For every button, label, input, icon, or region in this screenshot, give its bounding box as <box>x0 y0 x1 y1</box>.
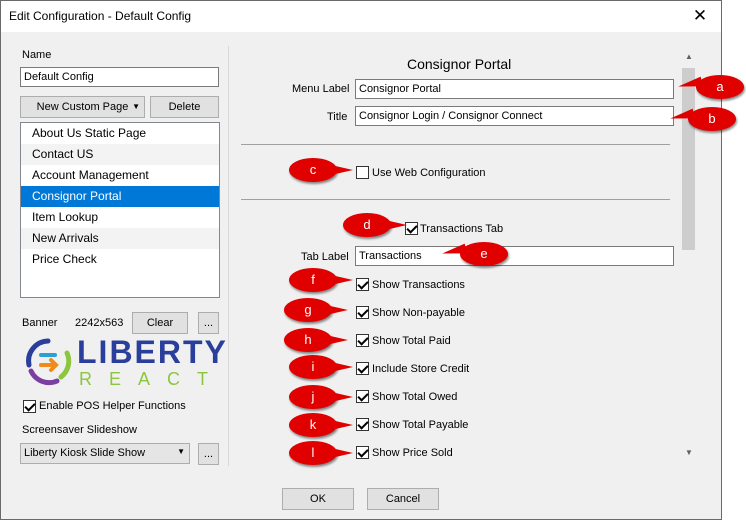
section-heading: Consignor Portal <box>407 56 512 72</box>
callout-e: e <box>460 242 508 266</box>
title-bar: Edit Configuration - Default Config ✕ <box>1 1 721 32</box>
show-total-paid-label: Show Total Paid <box>372 335 451 347</box>
separator <box>241 199 670 200</box>
new-custom-page-label: New Custom Page <box>36 101 129 113</box>
show-transactions-checkbox[interactable] <box>356 278 369 291</box>
enable-pos-label: Enable POS Helper Functions <box>39 400 186 412</box>
include-store-credit-checkbox[interactable] <box>356 362 369 375</box>
name-label: Name <box>22 49 52 61</box>
clear-button[interactable]: Clear <box>132 312 188 334</box>
menu-label-label: Menu Label <box>292 83 350 95</box>
cancel-button[interactable]: Cancel <box>367 488 439 510</box>
include-store-credit-label: Include Store Credit <box>372 363 470 375</box>
callout-k: k <box>289 413 353 437</box>
callout-h: h <box>284 328 348 352</box>
show-total-payable-label: Show Total Payable <box>372 419 469 431</box>
banner-size: 2242x563 <box>75 317 124 329</box>
liberty-react-logo-icon <box>26 338 72 386</box>
show-non-payable-label: Show Non-payable <box>372 307 465 319</box>
callout-b: b <box>688 107 736 131</box>
use-web-config-label: Use Web Configuration <box>372 167 486 179</box>
show-non-payable-checkbox[interactable] <box>356 306 369 319</box>
callout-c: c <box>289 158 353 182</box>
new-custom-page-button[interactable]: New Custom Page ▼ <box>20 96 145 118</box>
panel-divider <box>228 46 229 466</box>
screensaver-browse-button[interactable]: ... <box>198 443 219 465</box>
list-item[interactable]: Price Check <box>21 249 219 270</box>
show-total-owed-label: Show Total Owed <box>372 391 458 403</box>
title-input[interactable]: Consignor Login / Consignor Connect <box>355 106 674 126</box>
show-price-sold-label: Show Price Sold <box>372 447 453 459</box>
list-item[interactable]: Account Management <box>21 165 219 186</box>
dropdown-arrow-icon[interactable]: ▼ <box>132 97 140 117</box>
list-item[interactable]: Item Lookup <box>21 207 219 228</box>
logo-wordmark-liberty: LIBERTY <box>77 334 228 370</box>
use-web-config-checkbox[interactable] <box>356 166 369 179</box>
list-item[interactable]: New Arrivals <box>21 228 219 249</box>
footer-separator <box>1 471 721 472</box>
window-title: Edit Configuration - Default Config <box>9 9 192 23</box>
show-transactions-label: Show Transactions <box>372 279 465 291</box>
chevron-down-icon: ▼ <box>177 447 185 456</box>
screensaver-label: Screensaver Slideshow <box>22 424 137 436</box>
separator <box>241 144 670 145</box>
scroll-thumb[interactable] <box>682 68 695 250</box>
banner-label: Banner <box>22 317 58 329</box>
show-total-paid-checkbox[interactable] <box>356 334 369 347</box>
list-item[interactable]: Contact US <box>21 144 219 165</box>
callout-f: f <box>289 268 353 292</box>
ok-button[interactable]: OK <box>282 488 354 510</box>
pages-list[interactable]: About Us Static Page Contact US Account … <box>20 122 220 298</box>
scroll-down-icon[interactable]: ▼ <box>681 446 697 460</box>
title-label: Title <box>327 111 348 123</box>
callout-g: g <box>284 298 348 322</box>
close-icon[interactable]: ✕ <box>691 7 709 25</box>
show-price-sold-checkbox[interactable] <box>356 446 369 459</box>
dialog-window: Edit Configuration - Default Config ✕ Na… <box>0 0 722 520</box>
enable-pos-checkbox[interactable] <box>23 400 36 413</box>
callout-d: d <box>343 213 407 237</box>
transactions-tab-label: Transactions Tab <box>420 223 504 235</box>
tab-label-label: Tab Label <box>301 251 349 263</box>
callout-l: l <box>289 441 353 465</box>
scroll-up-icon[interactable]: ▲ <box>681 50 697 64</box>
menu-label-input[interactable]: Consignor Portal <box>355 79 674 99</box>
callout-i: i <box>289 355 353 379</box>
screensaver-select[interactable]: Liberty Kiosk Slide Show ▼ <box>20 443 190 464</box>
delete-button[interactable]: Delete <box>150 96 219 118</box>
screensaver-value: Liberty Kiosk Slide Show <box>24 447 146 459</box>
show-total-payable-checkbox[interactable] <box>356 418 369 431</box>
list-item-selected[interactable]: Consignor Portal <box>21 186 219 207</box>
callout-a: a <box>696 75 744 99</box>
logo-wordmark-react: REACT <box>79 369 226 389</box>
tab-label-input[interactable]: Transactions <box>355 246 674 266</box>
callout-j: j <box>289 385 353 409</box>
show-total-owed-checkbox[interactable] <box>356 390 369 403</box>
banner-browse-button[interactable]: ... <box>198 312 219 334</box>
name-input[interactable]: Default Config <box>20 67 219 87</box>
list-item[interactable]: About Us Static Page <box>21 123 219 144</box>
